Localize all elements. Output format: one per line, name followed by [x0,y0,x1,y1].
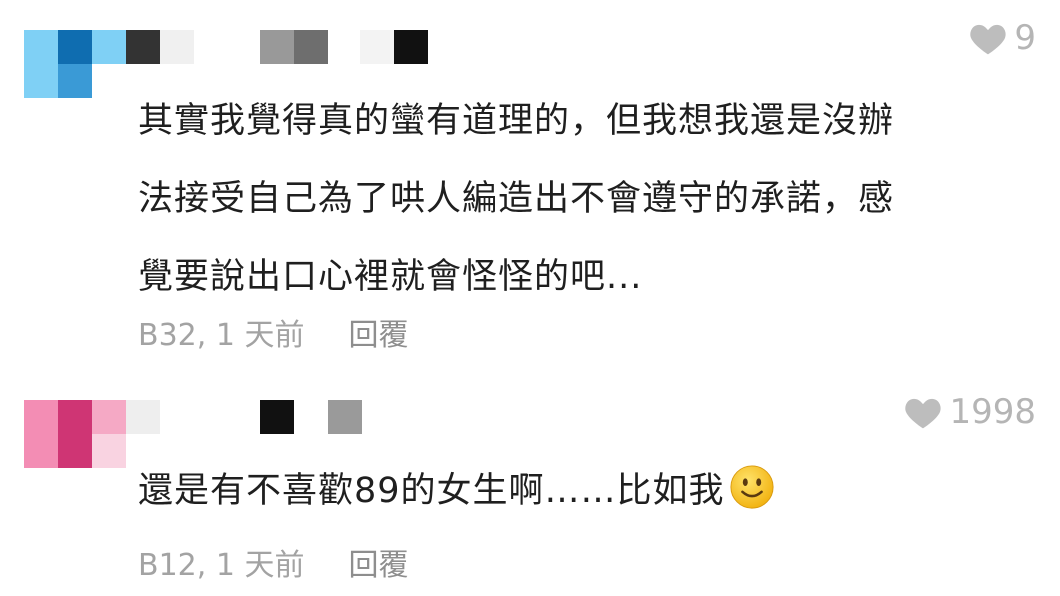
slightly-smiling-face-icon [729,465,774,509]
heart-icon [905,398,942,429]
comment-text: 還是有不喜歡89的女生啊……比如我 [138,452,1020,530]
comment-meta: B12, 1 天前 回覆 [138,540,408,584]
comment-item: 9 其實我覺得真的蠻有道理的，但我想我還是沒辦 法接受自己為了哄人編造出不會遵守… [0,0,1060,370]
heart-icon [970,24,1007,55]
time-ago: 1 天前 [215,318,305,353]
author-tag: B12 [138,548,197,583]
timestamp: B32, 1 天前 [138,318,305,353]
comment-item: 1998 還是有不喜歡89的女生啊……比如我 B12, 1 天前 回覆 [0,380,1060,596]
comment-meta: B32, 1 天前 回覆 [138,310,408,354]
comment-text: 其實我覺得真的蠻有道理的，但我想我還是沒辦 法接受自己為了哄人編造出不會遵守的承… [138,101,895,297]
timestamp: B12, 1 天前 [138,548,305,583]
author-tag: B32 [138,318,197,353]
time-ago: 1 天前 [215,548,305,583]
reply-button[interactable]: 回覆 [348,310,408,354]
reply-button[interactable]: 回覆 [348,540,408,584]
comment-text-content: 還是有不喜歡89的女生啊……比如我 [138,471,725,511]
like-count: 1998 [949,392,1036,432]
like-button[interactable]: 9 [968,18,1036,58]
like-count: 9 [1014,18,1036,58]
like-button[interactable]: 1998 [903,392,1036,432]
